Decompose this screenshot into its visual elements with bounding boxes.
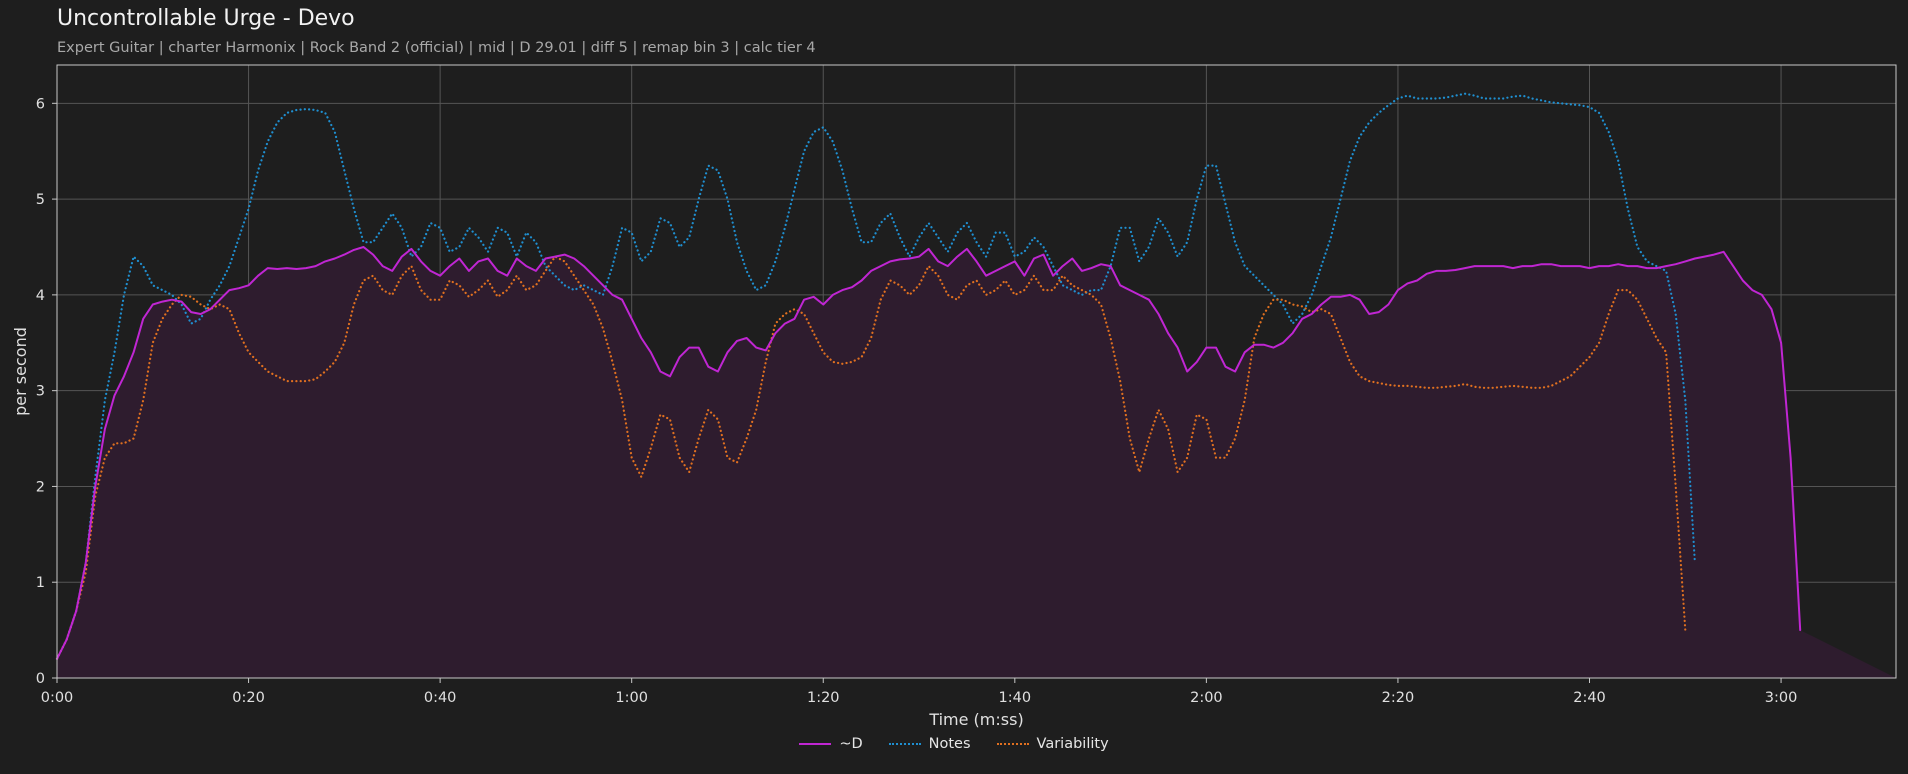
x-tick-label: 1:00 — [615, 690, 648, 706]
x-tick-label: 2:20 — [1382, 690, 1415, 706]
x-tick-label: 1:40 — [999, 690, 1032, 706]
y-tick-label: 6 — [36, 96, 45, 112]
y-tick-label: 1 — [36, 575, 45, 591]
y-axis-ticks: 0 1 2 3 4 5 6 — [36, 96, 57, 687]
x-tick-label: 0:20 — [232, 690, 265, 706]
legend-label-variability: Variability — [1036, 736, 1109, 752]
legend-label-d: ~D — [839, 736, 863, 752]
legend: ~D Notes Variability — [0, 736, 1908, 752]
series-layer — [55, 92, 1896, 678]
y-tick-label: 4 — [36, 288, 45, 304]
d-area-fill — [57, 247, 1896, 678]
legend-item-variability: Variability — [996, 736, 1109, 752]
legend-label-notes: Notes — [928, 736, 971, 752]
legend-swatch-variability — [996, 743, 1029, 745]
y-tick-label: 2 — [36, 479, 45, 495]
x-tick-label: 3:00 — [1765, 690, 1798, 706]
legend-swatch-d — [799, 743, 832, 745]
y-tick-label: 5 — [36, 192, 45, 208]
chart-canvas: 0:00 0:20 0:40 1:00 1:20 1:40 2:00 2:20 2:40 3:00… — [11, 64, 1897, 729]
x-tick-label: 0:00 — [41, 690, 74, 706]
x-tick-label: 0:40 — [424, 690, 457, 706]
x-axis-ticks: 0:00 0:20 0:40 1:00 1:20 1:40 2:00 2:20 2:40 3:00 — [41, 678, 1798, 706]
legend-item-notes: Notes — [888, 736, 971, 752]
x-tick-label: 1:20 — [807, 690, 840, 706]
x-tick-label: 2:00 — [1190, 690, 1223, 706]
x-axis-label: Time (m:ss) — [928, 710, 1023, 729]
y-tick-label: 3 — [36, 384, 45, 400]
legend-swatch-notes — [888, 743, 921, 745]
y-axis-label: per second — [11, 327, 30, 416]
legend-item-d: ~D — [799, 736, 863, 752]
x-tick-label: 2:40 — [1573, 690, 1606, 706]
y-tick-label: 0 — [36, 671, 45, 687]
